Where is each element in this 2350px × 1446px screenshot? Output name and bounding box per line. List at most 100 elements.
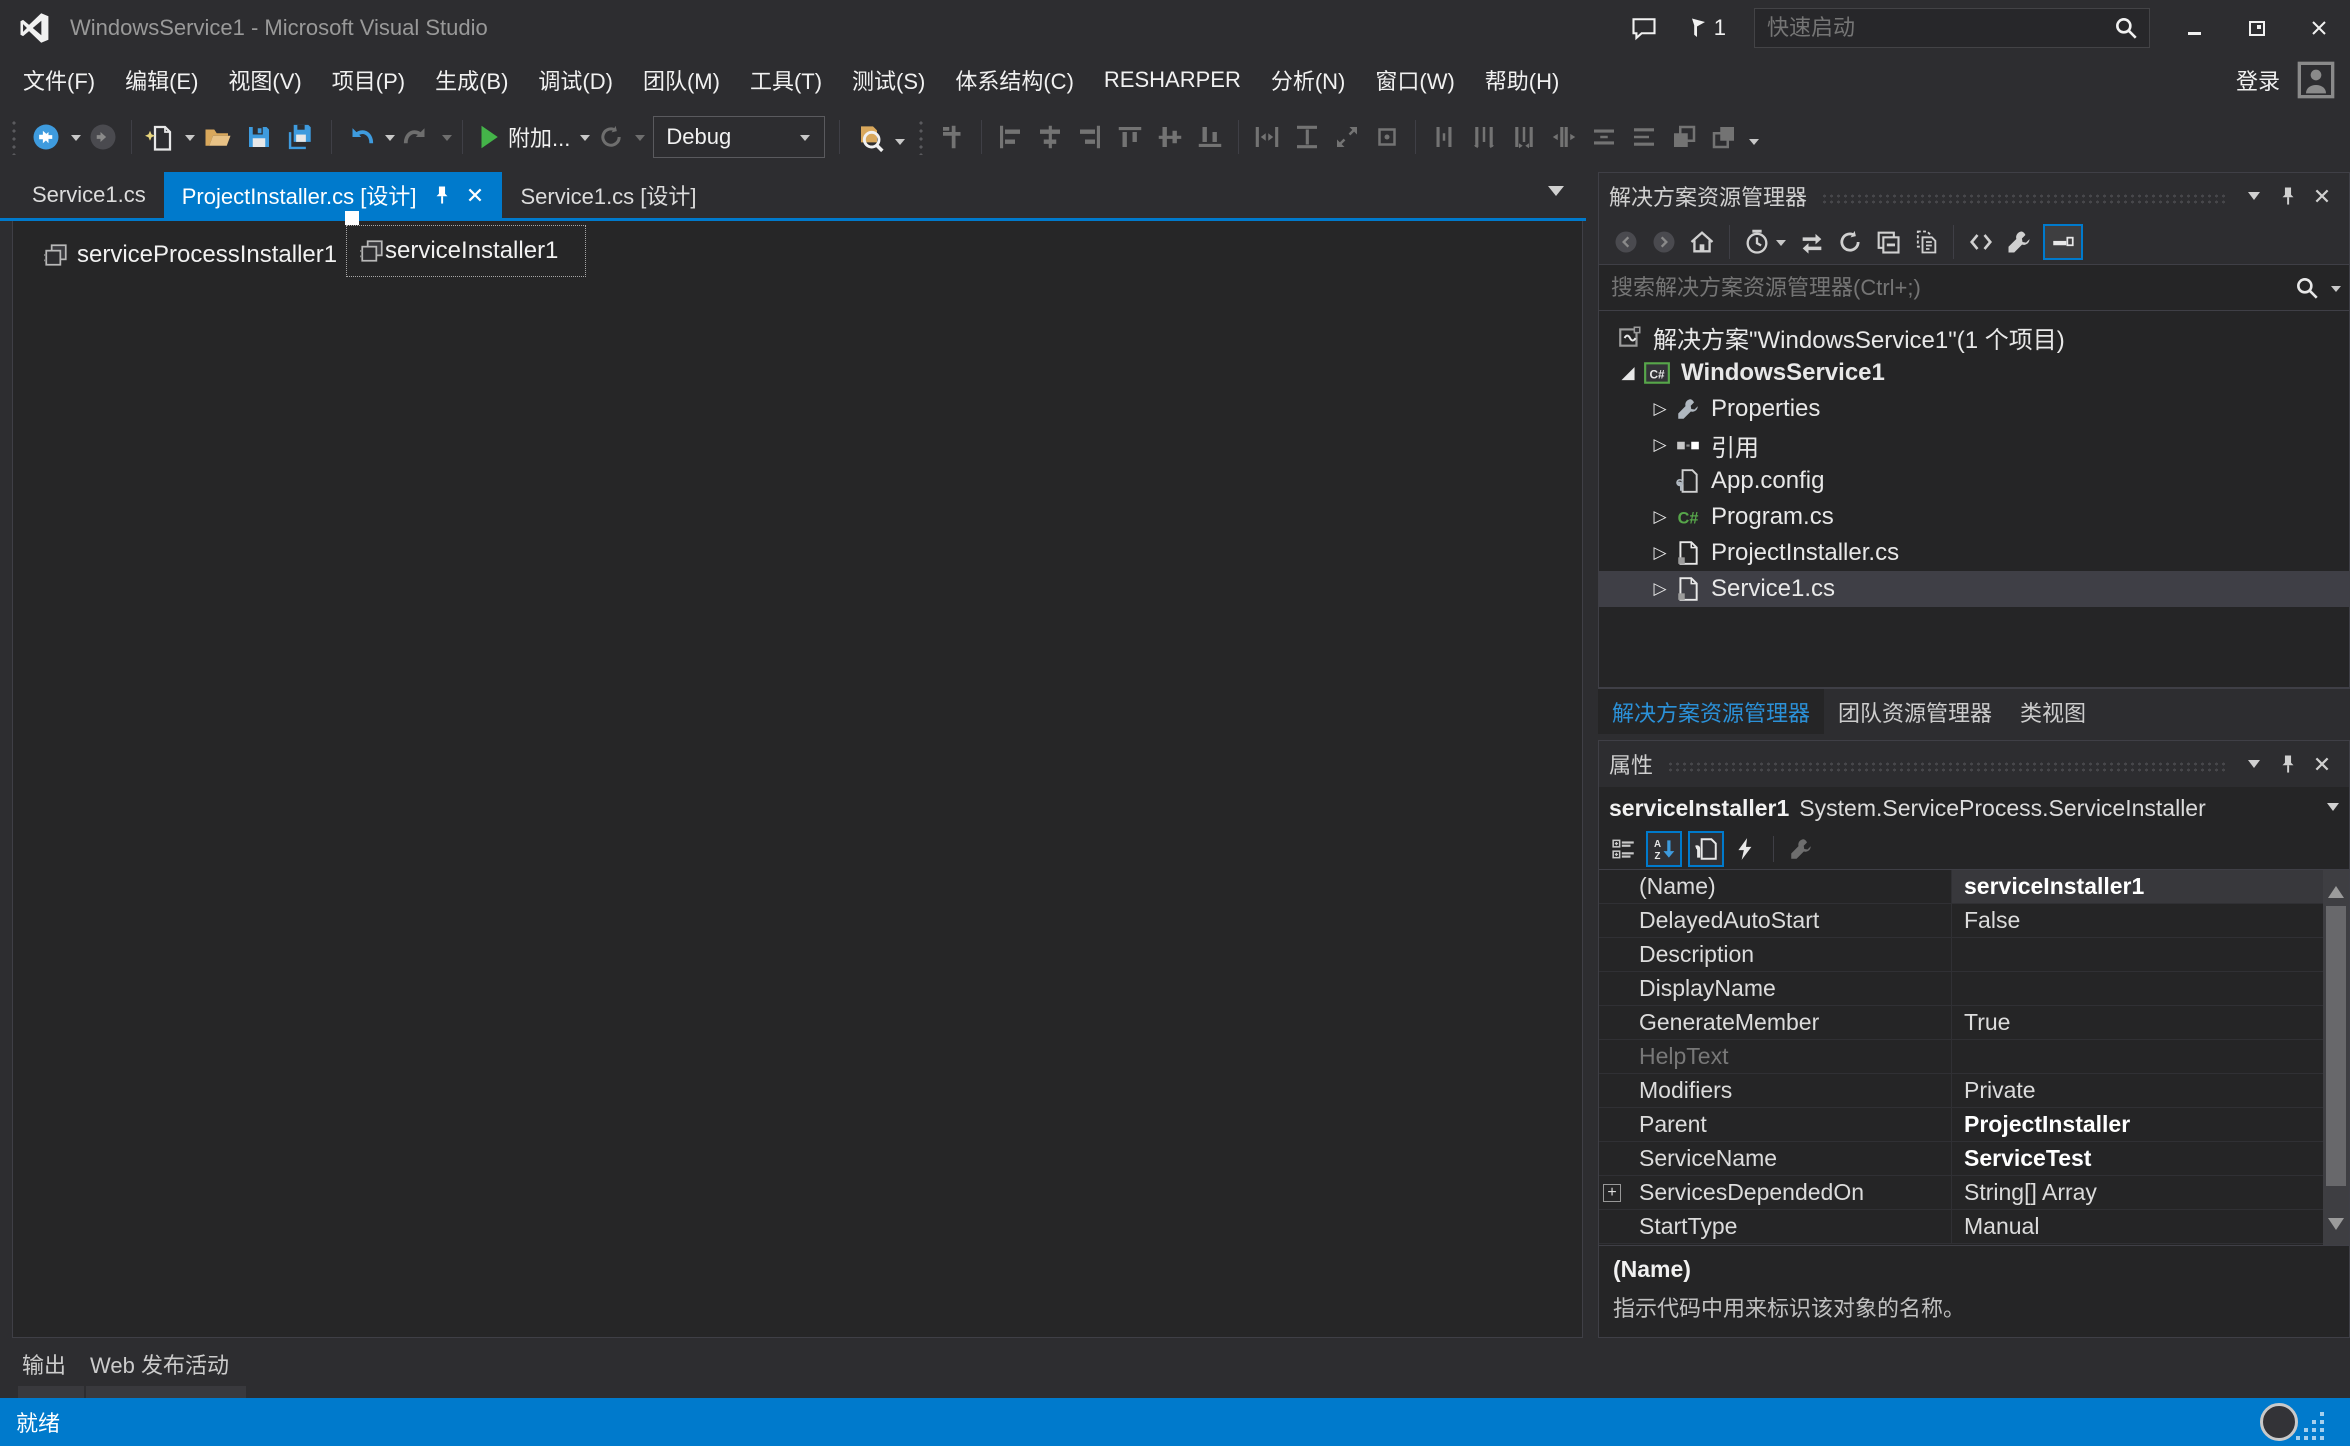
menu-team[interactable]: 团队(M) (628, 55, 735, 105)
categorized-button[interactable] (1608, 833, 1640, 865)
tab-projectinstaller-design[interactable]: ProjectInstaller.cs [设计] (164, 172, 503, 218)
bring-to-front-icon[interactable] (1669, 122, 1699, 152)
property-row-starttype[interactable]: StartType Manual (1599, 1210, 2349, 1244)
send-to-back-icon[interactable] (1709, 122, 1739, 152)
view-code-button[interactable] (1967, 228, 1995, 256)
property-pages-button[interactable] (1785, 833, 1817, 865)
remove-horizontal-spacing-icon[interactable] (1549, 122, 1579, 152)
make-same-height-icon[interactable] (1292, 122, 1322, 152)
property-row-servicename[interactable]: ServiceName ServiceTest (1599, 1142, 2349, 1176)
solution-explorer-search[interactable] (1599, 265, 2349, 311)
property-value[interactable] (1951, 972, 2323, 1005)
save-button[interactable] (239, 115, 279, 159)
solution-search-input[interactable] (1599, 275, 2294, 301)
expander-collapsed-icon[interactable]: ▷ (1647, 399, 1673, 419)
tree-item-project[interactable]: ◢ C# WindowsService1 (1599, 355, 2349, 391)
alphabetical-button[interactable]: AZ (1646, 831, 1682, 867)
pin-panel-icon[interactable] (2271, 179, 2305, 213)
quick-launch-input[interactable] (1755, 15, 2113, 41)
quick-launch-box[interactable] (1754, 8, 2150, 48)
search-icon[interactable] (2113, 15, 2139, 41)
expander-collapsed-icon[interactable]: ▷ (1647, 543, 1673, 563)
property-value[interactable]: serviceInstaller1 (1951, 870, 2323, 903)
property-value[interactable]: True (1951, 1006, 2323, 1039)
menu-test[interactable]: 测试(S) (837, 55, 940, 105)
align-bottoms-icon[interactable] (1195, 122, 1225, 152)
expand-property-icon[interactable]: + (1603, 1184, 1621, 1202)
properties-button[interactable] (2005, 228, 2033, 256)
open-file-button[interactable] (197, 115, 239, 159)
close-panel-icon[interactable] (2305, 747, 2339, 781)
solution-explorer-header[interactable]: 解决方案资源管理器 (1599, 173, 2349, 219)
account-avatar-icon[interactable] (2296, 58, 2336, 102)
property-row-delayedautostart[interactable]: DelayedAutoStart False (1599, 904, 2349, 938)
tree-item-references[interactable]: ▷ 引用 (1599, 427, 2349, 463)
properties-header[interactable]: 属性 (1599, 741, 2349, 787)
increase-horizontal-spacing-icon[interactable] (1469, 122, 1499, 152)
close-button[interactable] (2288, 7, 2350, 49)
align-middles-icon[interactable] (1155, 122, 1185, 152)
size-to-grid-icon[interactable] (1372, 122, 1402, 152)
tree-item-properties[interactable]: ▷ Properties (1599, 391, 2349, 427)
make-vertical-spacing-equal-icon[interactable] (1589, 122, 1619, 152)
close-tab-icon[interactable] (466, 186, 484, 204)
property-row-parent[interactable]: Parent ProjectInstaller (1599, 1108, 2349, 1142)
make-same-size-icon[interactable] (1332, 122, 1362, 152)
home-button[interactable] (1688, 228, 1716, 256)
tab-output[interactable]: 输出 (22, 1348, 66, 1380)
property-value[interactable]: ProjectInstaller (1951, 1108, 2323, 1141)
navigate-back-button[interactable] (26, 115, 66, 159)
pin-tab-icon[interactable] (432, 184, 452, 206)
undo-button[interactable] (340, 115, 380, 159)
align-centers-icon[interactable] (1035, 122, 1065, 152)
refresh-button[interactable] (1836, 228, 1864, 256)
align-rights-icon[interactable] (1075, 122, 1105, 152)
menu-debug[interactable]: 调试(D) (523, 55, 628, 105)
expander-expanded-icon[interactable]: ◢ (1615, 363, 1641, 383)
new-file-button[interactable] (140, 115, 180, 159)
save-all-button[interactable] (279, 115, 323, 159)
window-resize-grip[interactable] (2320, 1436, 2324, 1440)
toolbar-overflow-button[interactable] (895, 139, 905, 150)
menu-view[interactable]: 视图(V) (213, 55, 316, 105)
decrease-horizontal-spacing-icon[interactable] (1509, 122, 1539, 152)
close-panel-icon[interactable] (2305, 179, 2339, 213)
property-value[interactable] (1951, 1040, 2323, 1073)
menu-project[interactable]: 项目(P) (317, 55, 420, 105)
menu-edit[interactable]: 编辑(E) (110, 55, 213, 105)
expander-collapsed-icon[interactable]: ▷ (1647, 435, 1673, 455)
refresh-button[interactable] (592, 115, 630, 159)
tab-web-publish-activity[interactable]: Web 发布活动 (90, 1348, 229, 1380)
properties-view-button[interactable] (1688, 831, 1724, 867)
expander-collapsed-icon[interactable]: ▷ (1647, 579, 1673, 599)
window-position-chevron-icon[interactable] (2237, 179, 2271, 213)
menu-build[interactable]: 生成(B) (420, 55, 523, 105)
pending-changes-filter-button[interactable] (1743, 228, 1788, 256)
property-row-description[interactable]: Description (1599, 938, 2349, 972)
preview-selected-items-button[interactable] (1912, 228, 1940, 256)
make-same-width-icon[interactable] (1252, 122, 1282, 152)
refresh-dropdown[interactable] (635, 135, 645, 146)
switch-views-button[interactable] (1798, 228, 1826, 256)
scroll-up-icon[interactable] (2328, 878, 2344, 898)
maximize-button[interactable] (2226, 7, 2288, 49)
tree-item-projectinstallercs[interactable]: ▷ ProjectInstaller.cs (1599, 535, 2349, 571)
tree-item-appconfig[interactable]: App.config (1599, 463, 2349, 499)
property-row-modifiers[interactable]: Modifiers Private (1599, 1074, 2349, 1108)
collapse-all-button[interactable] (1874, 228, 1902, 256)
new-file-dropdown[interactable] (185, 135, 195, 146)
snap-to-gridlines-icon[interactable] (938, 122, 968, 152)
minimize-button[interactable] (2164, 7, 2226, 49)
expander-collapsed-icon[interactable]: ▷ (1647, 507, 1673, 527)
sign-in-link[interactable]: 登录 (2236, 64, 2280, 96)
events-button[interactable] (1730, 833, 1762, 865)
menu-architecture[interactable]: 体系结构(C) (940, 55, 1089, 105)
property-value[interactable] (1951, 938, 2323, 971)
property-value[interactable]: Manual (1951, 1210, 2323, 1243)
find-in-files-button[interactable] (848, 115, 890, 159)
property-row-helptext[interactable]: HelpText (1599, 1040, 2349, 1074)
show-all-files-button[interactable] (2043, 224, 2083, 260)
tab-team-explorer[interactable]: 团队资源管理器 (1824, 689, 2006, 734)
back-button[interactable] (1612, 228, 1640, 256)
scroll-down-icon[interactable] (2328, 1218, 2344, 1238)
